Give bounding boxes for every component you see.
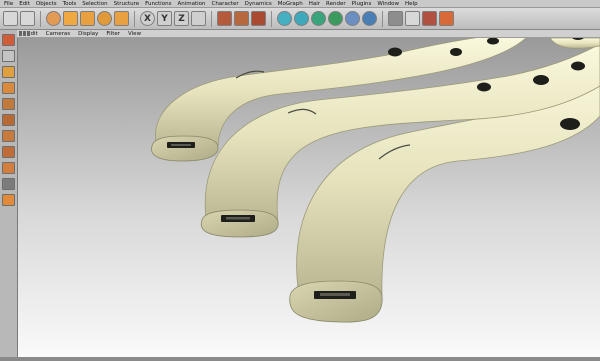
menu-tools[interactable]: Tools (63, 0, 77, 8)
move-icon[interactable] (63, 11, 78, 26)
cube-icon[interactable] (277, 11, 292, 26)
menu-file[interactable]: File (4, 0, 13, 8)
viewport-menu-view[interactable]: View (128, 31, 141, 37)
texture-mode-icon[interactable] (2, 146, 15, 158)
world-coords-icon[interactable] (191, 11, 206, 26)
checker-icon[interactable] (2, 178, 15, 190)
render-picture-icon[interactable] (234, 11, 249, 26)
recent-tools-icon[interactable] (114, 11, 129, 26)
object-axis-icon[interactable] (2, 82, 15, 94)
viewport-canvas[interactable] (18, 34, 600, 357)
render-settings-icon[interactable] (251, 11, 266, 26)
viewport-menu-bar: Edit Cameras Display Filter View (17, 30, 600, 38)
main-menu-bar: File Edit Objects Tools Selection Structure Fu… (0, 0, 600, 8)
toolbar-separator (40, 10, 41, 27)
menu-dynamics[interactable]: Dynamics (245, 0, 272, 8)
mode-palette (0, 30, 18, 357)
deformer-icon[interactable] (345, 11, 360, 26)
viewport-menu-cameras[interactable]: Cameras (46, 31, 70, 37)
rotate-icon[interactable] (97, 11, 112, 26)
toolbar-separator (271, 10, 272, 27)
environment-icon[interactable] (362, 11, 377, 26)
camera-icon[interactable] (388, 11, 403, 26)
spline-pen-icon[interactable] (294, 11, 309, 26)
render-view-icon[interactable] (217, 11, 232, 26)
menu-hair[interactable]: Hair (309, 0, 320, 8)
viewport-nav-icons[interactable] (19, 31, 30, 36)
tag-icon[interactable] (422, 11, 437, 26)
redo-icon[interactable] (20, 11, 35, 26)
viewport-menu-filter[interactable]: Filter (106, 31, 120, 37)
menu-edit[interactable]: Edit (19, 0, 30, 8)
snap-icon[interactable] (2, 50, 15, 62)
menu-animation[interactable]: Animation (177, 0, 205, 8)
toolbar-separator (382, 10, 383, 27)
toolbar-separator (211, 10, 212, 27)
workplane-icon[interactable] (2, 162, 15, 174)
menu-window[interactable]: Window (377, 0, 399, 8)
menu-help[interactable]: Help (405, 0, 418, 8)
make-editable-icon[interactable] (2, 34, 15, 46)
menu-mograph[interactable]: MoGraph (278, 0, 303, 8)
menu-objects[interactable]: Objects (36, 0, 57, 8)
solo-icon[interactable] (2, 194, 15, 206)
edges-mode-icon[interactable] (2, 114, 15, 126)
y-axis-icon[interactable]: Y (157, 11, 172, 26)
menu-functions[interactable]: Functions (145, 0, 171, 8)
undo-icon[interactable] (3, 11, 18, 26)
z-axis-icon[interactable]: Z (174, 11, 189, 26)
menu-character[interactable]: Character (211, 0, 238, 8)
polygons-mode-icon[interactable] (2, 130, 15, 142)
menu-plugins[interactable]: Plugins (352, 0, 372, 8)
viewport-menu-display[interactable]: Display (78, 31, 98, 37)
scale-icon[interactable] (80, 11, 95, 26)
live-selection-icon[interactable] (46, 11, 61, 26)
array-icon[interactable] (328, 11, 343, 26)
model-mode-icon[interactable] (2, 66, 15, 78)
points-mode-icon[interactable] (2, 98, 15, 110)
layout-icon[interactable] (439, 11, 454, 26)
menu-render[interactable]: Render (326, 0, 346, 8)
main-toolbar: XYZ (0, 8, 600, 30)
menu-structure[interactable]: Structure (114, 0, 140, 8)
x-axis-icon[interactable]: X (140, 11, 155, 26)
menu-selection[interactable]: Selection (82, 0, 107, 8)
light-icon[interactable] (405, 11, 420, 26)
subdivision-icon[interactable] (311, 11, 326, 26)
toolbar-separator (134, 10, 135, 27)
3d-viewport[interactable] (18, 34, 600, 357)
